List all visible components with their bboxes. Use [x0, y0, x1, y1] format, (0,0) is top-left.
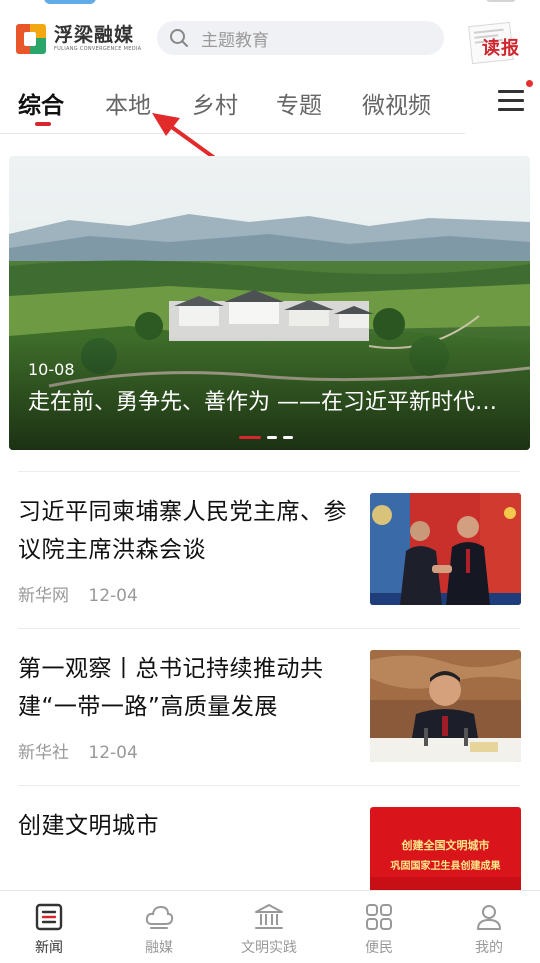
news-source: 新华网 [18, 586, 69, 606]
tabs-divider [0, 133, 465, 134]
carousel-date: 10-08 [28, 360, 75, 379]
news-thumbnail [370, 650, 521, 762]
news-date: 12-04 [88, 586, 138, 606]
news-thumbnail [370, 493, 521, 605]
tab-rural[interactable]: 乡村 [192, 86, 238, 120]
app-logo[interactable]: 浮梁融媒 FULIANG CONVERGENCE MEDIA [16, 22, 142, 56]
nav-media[interactable]: 融媒 [119, 901, 199, 957]
search-icon [170, 29, 188, 47]
news-list-item[interactable]: 创建文明城市 创建全国文明城市 巩固国家卫生县创建成果 [18, 807, 522, 890]
tab-topics[interactable]: 专题 [276, 86, 322, 120]
nav-label: 便民 [365, 940, 393, 956]
news-title: 第一观察丨总书记持续推动共建“一带一路”高质量发展 [18, 656, 324, 720]
status-bar-right [486, 0, 516, 2]
news-title: 创建文明城市 [18, 813, 159, 839]
nav-label: 文明实践 [241, 940, 297, 956]
news-list-item[interactable]: 第一观察丨总书记持续推动共建“一带一路”高质量发展 新华社 12-04 [18, 650, 522, 764]
news-title: 习近平同柬埔寨人民党主席、参议院主席洪森会谈 [18, 499, 347, 563]
nav-profile[interactable]: 我的 [449, 901, 529, 957]
grid-icon [366, 904, 392, 930]
nav-civilization-practice[interactable]: 文明实践 [229, 901, 309, 957]
building-icon [255, 904, 283, 929]
status-bar-indicator [44, 0, 96, 4]
carousel-title[interactable]: 走在前、勇争先、善作为 ——在习近平新时代中国特色社会主义思想指引下 [28, 384, 508, 416]
news-source: 新华社 [18, 743, 69, 763]
news-thumbnail: 创建全国文明城市 巩固国家卫生县创建成果 [370, 807, 521, 890]
tab-general[interactable]: 综合 [18, 86, 64, 120]
news-icon [35, 903, 63, 931]
logo-name: 浮梁融媒 [54, 24, 135, 46]
cloud-icon [145, 905, 174, 929]
search-bar[interactable]: 主题教育 [157, 21, 444, 55]
read-paper-button[interactable]: 读报 [466, 21, 528, 65]
news-meta: 新华社 12-04 [18, 738, 138, 763]
nav-label: 融媒 [145, 940, 173, 956]
search-placeholder: 主题教育 [201, 30, 269, 51]
nav-news[interactable]: 新闻 [9, 901, 89, 957]
list-divider [18, 628, 520, 629]
read-paper-label: 读报 [482, 38, 520, 59]
logo-mark-icon [16, 24, 46, 54]
app-header: 浮梁融媒 FULIANG CONVERGENCE MEDIA 主题教育 读报 [0, 8, 540, 68]
news-date: 12-04 [88, 743, 138, 763]
notification-dot [526, 80, 533, 87]
list-divider [18, 785, 520, 786]
news-list-item[interactable]: 习近平同柬埔寨人民党主席、参议院主席洪森会谈 新华网 12-04 [18, 493, 522, 607]
carousel-dot-active[interactable] [239, 436, 261, 439]
nav-label: 新闻 [35, 940, 63, 956]
channel-tabs: 综合 本地 乡村 专题 微视频 [0, 80, 540, 130]
bottom-navigation: 新闻 融媒 文明实践 便民 我的 [0, 890, 540, 963]
nav-services[interactable]: 便民 [339, 901, 419, 957]
news-meta: 新华网 12-04 [18, 581, 138, 606]
list-divider [18, 471, 520, 472]
thumb-line-1: 创建全国文明城市 [401, 838, 490, 852]
status-bar [0, 0, 540, 8]
tab-local[interactable]: 本地 [105, 86, 151, 120]
logo-subtitle: FULIANG CONVERGENCE MEDIA [54, 46, 142, 52]
thumb-line-2: 巩固国家卫生县创建成果 [391, 859, 502, 872]
nav-label: 我的 [475, 940, 503, 956]
tab-micro-video[interactable]: 微视频 [362, 86, 431, 120]
active-tab-indicator [35, 122, 51, 126]
carousel-dot[interactable] [283, 436, 293, 439]
menu-icon[interactable] [498, 90, 524, 112]
carousel-dot[interactable] [267, 436, 277, 439]
user-icon [477, 905, 501, 930]
headline-carousel[interactable]: 10-08 走在前、勇争先、善作为 ——在习近平新时代中国特色社会主义思想指引下 [9, 156, 530, 450]
